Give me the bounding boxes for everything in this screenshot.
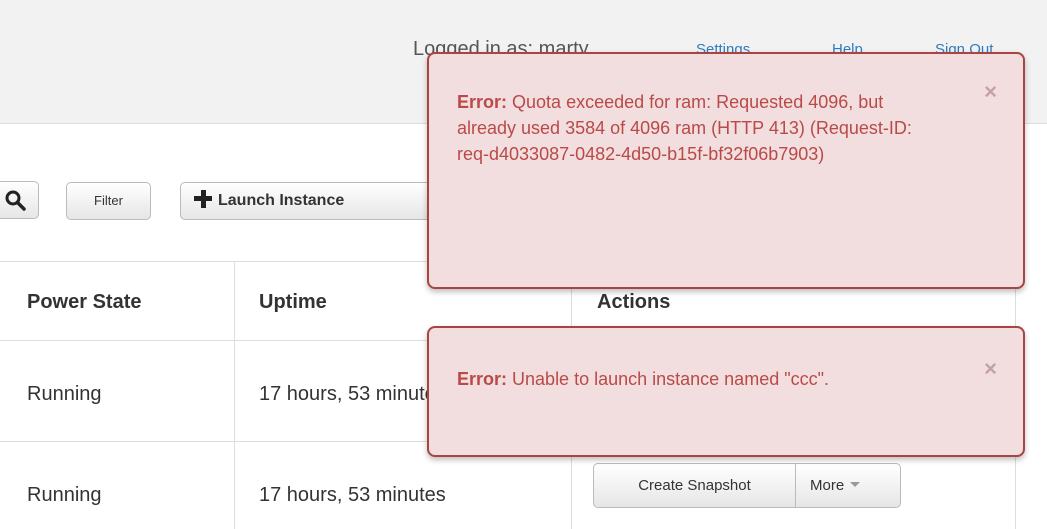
column-divider [234, 261, 235, 529]
alert-message: Error: Quota exceeded for ram: Requested… [457, 89, 927, 167]
power-state-cell: Running [27, 484, 102, 506]
launch-instance-button[interactable]: Launch Instance [180, 182, 440, 220]
alert-text: Unable to launch instance named "ccc". [512, 369, 829, 389]
more-label: More [810, 477, 845, 494]
launch-instance-label: Launch Instance [218, 192, 345, 209]
alert-label: Error: [457, 92, 508, 112]
search-button[interactable] [0, 181, 39, 219]
column-header-power-state[interactable]: Power State [27, 291, 141, 314]
filter-button[interactable]: Filter [66, 182, 151, 220]
error-alert: Error: Unable to launch instance named "… [427, 326, 1025, 457]
more-actions-button[interactable]: More [795, 463, 901, 508]
alert-message: Error: Unable to launch instance named "… [457, 366, 927, 392]
plus-icon [194, 190, 212, 208]
page: Logged in as: marty Settings Help Sign O… [0, 0, 1047, 529]
column-header-actions: Actions [597, 291, 671, 313]
close-icon[interactable]: × [984, 79, 997, 105]
column-header-uptime[interactable]: Uptime [259, 291, 327, 314]
uptime-cell: 17 hours, 53 minutes [259, 383, 446, 405]
alert-text: Quota exceeded for ram: Requested 4096, … [457, 92, 912, 164]
error-alert: Error: Quota exceeded for ram: Requested… [427, 52, 1025, 289]
caret-down-icon [850, 482, 861, 487]
uptime-cell: 17 hours, 53 minutes [259, 484, 446, 506]
close-icon[interactable]: × [984, 356, 997, 382]
alert-label: Error: [457, 369, 508, 389]
create-snapshot-button[interactable]: Create Snapshot [593, 463, 796, 508]
search-icon [5, 190, 26, 211]
power-state-cell: Running [27, 383, 102, 405]
